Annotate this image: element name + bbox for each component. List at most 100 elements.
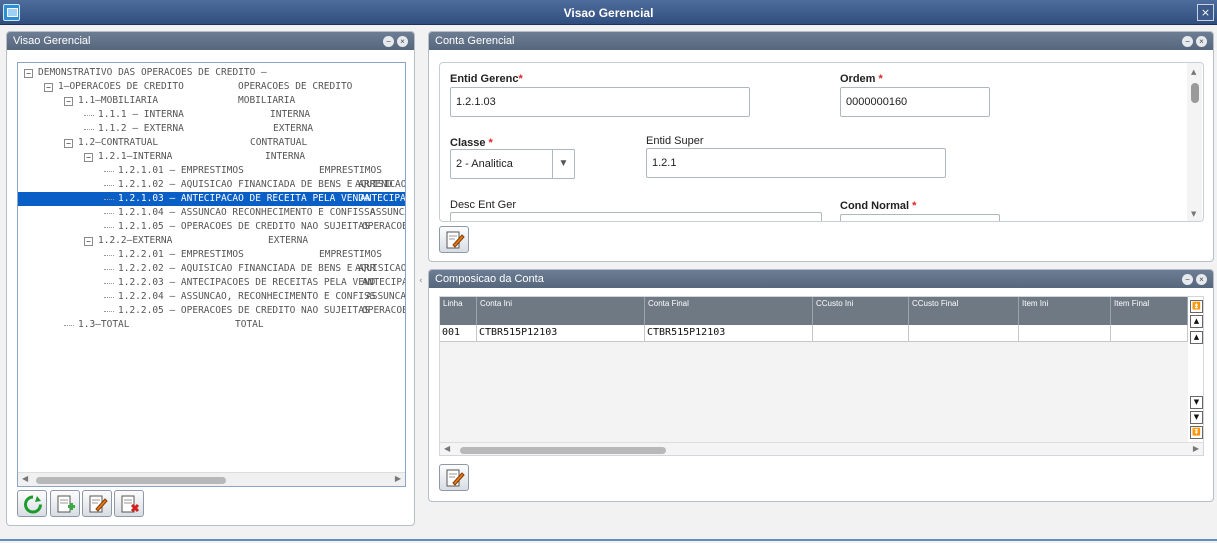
delete-button[interactable] [114, 490, 144, 517]
tree-node[interactable]: − DEMONSTRATIVO DAS OPERACOES DE CREDITO … [18, 66, 405, 80]
tree-node[interactable]: 1.2.1.04 – ASSUNCAO RECONHECIMENTO E CON… [18, 206, 405, 220]
column-header[interactable]: Conta Ini [477, 297, 645, 325]
column-header[interactable]: Item Final [1111, 297, 1188, 325]
column-header[interactable]: CCusto Final [909, 297, 1019, 325]
scroll-right-icon[interactable]: ▶ [1193, 444, 1199, 453]
scroll-thumb[interactable] [36, 477, 226, 484]
scroll-left-icon[interactable]: ◀ [22, 474, 28, 483]
table-cell[interactable]: CTBR515P12103 [477, 325, 645, 342]
account-tree[interactable]: − DEMONSTRATIVO DAS OPERACOES DE CREDITO … [17, 62, 406, 487]
table-cell[interactable]: 001 [440, 325, 477, 342]
tree-node[interactable]: 1.3–TOTAL TOTAL [18, 318, 405, 332]
edit-button[interactable] [82, 490, 112, 517]
tree-node[interactable]: 1.2.1.02 – AQUISICAO FINANCIADA DE BENS … [18, 178, 406, 192]
tree-node[interactable]: 1.2.2.04 – ASSUNCAO, RECONHECIMENTO E CO… [18, 290, 405, 304]
tree-node[interactable]: 1.2.2.01 – EMPRESTIMOS EMPRESTIMOS [18, 248, 405, 262]
tree-node[interactable]: −1.2.2–EXTERNA EXTERNA [18, 234, 405, 248]
add-icon [57, 495, 75, 513]
composition-grid[interactable]: ⏫ ▲ ▲ ▼ ▼ ⏬ ◀ ▶ Linha Conta Ini Conta Fina… [439, 296, 1204, 456]
close-icon[interactable]: × [1196, 274, 1207, 285]
tree-node[interactable]: 1.1.2 – EXTERNA EXTERNA [18, 122, 405, 136]
tree-node[interactable]: −1.1–MOBILIARIA MOBILIARIA [18, 94, 405, 108]
window-close-button[interactable]: × [1197, 4, 1214, 21]
scroll-up-icon[interactable]: ▲ [1191, 68, 1196, 76]
tree-connector [104, 213, 114, 214]
tree-node-label: 1.3–TOTAL [78, 319, 130, 330]
table-cell[interactable]: CTBR515P12103 [645, 325, 813, 342]
scroll-left-icon[interactable]: ◀ [444, 444, 450, 453]
previous-record-icon[interactable]: ▲ [1190, 331, 1203, 344]
tree-node[interactable]: −1–OPERACOES DE CREDITO OPERACOES DE CRED… [18, 80, 405, 94]
scroll-thumb[interactable] [460, 447, 666, 454]
tree-node[interactable]: −1.2–CONTRATUAL CONTRATUAL [18, 136, 405, 150]
first-record-icon[interactable]: ⏫ [1190, 300, 1203, 313]
refresh-icon [24, 495, 42, 514]
entid-super-field[interactable]: 1.2.1 [646, 148, 946, 178]
page-up-icon[interactable]: ▲ [1190, 315, 1203, 328]
last-record-icon[interactable]: ⏬ [1190, 426, 1203, 439]
form-vscrollbar[interactable]: ▲ ▼ [1187, 63, 1202, 221]
tree-hscrollbar[interactable]: ◀ ▶ [18, 472, 405, 486]
collapse-icon[interactable]: − [64, 97, 73, 106]
table-cell[interactable] [909, 325, 1019, 342]
ordem-field[interactable]: 0000000160 [840, 87, 990, 117]
tree-node[interactable]: 1.2.1.03 – ANTECIPACAO DE RECEITA PELA V… [18, 192, 405, 206]
desc-ent-ger-field[interactable] [450, 212, 822, 221]
tree-node-description: EMPRESTIMOS [319, 165, 382, 176]
tree-node[interactable]: 1.2.2.02 – AQUISICAO FINANCIADA DE BENS … [18, 262, 405, 276]
tree-connector [104, 283, 114, 284]
page-down-icon[interactable]: ▼ [1190, 411, 1203, 424]
collapse-icon[interactable]: − [24, 69, 33, 78]
cond-normal-label: Cond Normal * [840, 200, 917, 212]
add-button[interactable] [50, 490, 80, 517]
tree-node[interactable]: 1.2.1.01 – EMPRESTIMOS EMPRESTIMOS [18, 164, 405, 178]
tree-node[interactable]: 1.2.2.03 – ANTECIPACOES DE RECEITAS PELA… [18, 276, 406, 290]
tree-node[interactable]: −1.2.1–INTERNA INTERNA [18, 150, 405, 164]
scroll-right-icon[interactable]: ▶ [395, 474, 401, 483]
minimize-icon[interactable]: − [383, 36, 394, 47]
close-icon[interactable]: × [1196, 36, 1207, 47]
tree-node[interactable]: 1.2.1.05 – OPERACOES DE CREDITO NAO SUJE… [18, 220, 405, 234]
close-icon[interactable]: × [397, 36, 408, 47]
grid-panel: Composicao da Conta − × ⏫ ▲ ▲ ▼ ▼ ⏬ ◀ ▶ L… [428, 269, 1214, 502]
form-edit-button[interactable] [439, 226, 469, 253]
column-header[interactable]: Item Ini [1019, 297, 1111, 325]
entid-gerenc-field[interactable]: 1.2.1.03 [450, 87, 750, 117]
tree-node[interactable]: 1.1.1 – INTERNA INTERNA [18, 108, 405, 122]
tree-connector [104, 269, 114, 270]
table-cell[interactable] [1019, 325, 1111, 342]
grid-hscrollbar[interactable]: ◀ ▶ [440, 442, 1203, 455]
collapse-icon[interactable]: − [84, 153, 93, 162]
refresh-button[interactable] [17, 490, 47, 517]
collapse-icon[interactable]: − [64, 139, 73, 148]
next-record-icon[interactable]: ▼ [1190, 396, 1203, 409]
chevron-down-icon[interactable]: ▼ [552, 150, 574, 178]
tree-node-description: AQUISICAO [355, 179, 406, 190]
tree-node-description: OPERACOE [362, 305, 406, 316]
tree-node-description: ANTECIPA [362, 277, 406, 288]
column-header[interactable]: Conta Final [645, 297, 813, 325]
grid-edit-button[interactable] [439, 464, 469, 491]
minimize-icon[interactable]: − [1182, 36, 1193, 47]
column-header[interactable]: Linha [440, 297, 477, 325]
form-area: Entid Gerenc* 1.2.1.03 Ordem * 000000016… [439, 62, 1204, 222]
table-cell[interactable] [1111, 325, 1188, 342]
tree-node-description: INTERNA [270, 109, 311, 120]
tree-node-label: 1.2.1–INTERNA [98, 151, 173, 162]
tree-node-label: 1.2.2.01 – EMPRESTIMOS [118, 249, 244, 260]
table-cell[interactable] [813, 325, 909, 342]
tree-node[interactable]: 1.2.2.05 – OPERACOES DE CREDITO NAO SUJE… [18, 304, 406, 318]
collapse-icon[interactable]: − [84, 237, 93, 246]
collapse-icon[interactable]: − [44, 83, 53, 92]
cond-normal-select[interactable] [840, 214, 1000, 221]
scroll-thumb[interactable] [1191, 83, 1199, 103]
scroll-down-icon[interactable]: ▼ [1191, 210, 1196, 218]
tree-node-description: MOBILIARIA [238, 95, 296, 106]
column-header[interactable]: CCusto Ini [813, 297, 909, 325]
panel-splitter[interactable]: ‹ [418, 30, 426, 535]
minimize-icon[interactable]: − [1182, 274, 1193, 285]
classe-select[interactable]: 2 - Analitica ▼ [450, 149, 575, 179]
tree-node-label: 1.1–MOBILIARIA [78, 95, 159, 106]
tree-node-label: 1.2.2.04 – ASSUNCAO, RECONHECIMENTO E CO… [118, 291, 376, 302]
tree-panel: Visao Gerencial − × − DEMONSTRATIVO DAS OP… [6, 31, 415, 526]
